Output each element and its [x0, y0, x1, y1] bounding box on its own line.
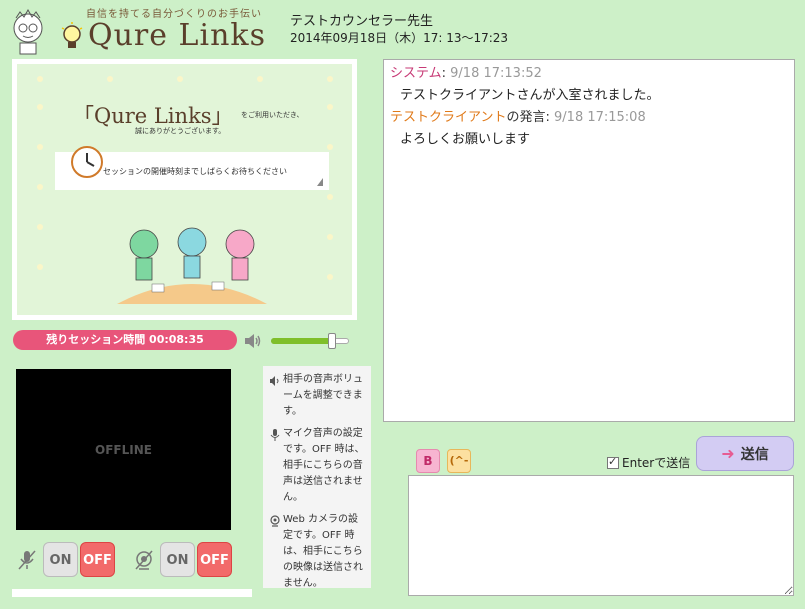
message-text: テストクライアントさんが入室されました。 — [400, 88, 660, 103]
counselor-name: テストカウンセラー先生 — [290, 14, 434, 29]
help-camera-text: Web カメラの設定です。OFF 時は、相手にこちらの映像は送信されません。 — [283, 514, 363, 589]
chat-message: システム: 9/18 17:13:52 テストクライアントさんが入室されました。 — [390, 63, 788, 107]
waiting-illustration: 「Qure Links」 をご利用いただき、 誠にありがとうございます。 セッシ… — [17, 64, 352, 315]
volume-slider-thumb[interactable] — [327, 333, 336, 349]
checkbox-icon[interactable] — [607, 455, 619, 469]
mic-on-button[interactable]: ON — [43, 542, 78, 577]
webcam-icon — [270, 515, 280, 527]
help-volume-text: 相手の音声ボリュームを調整できます。 — [283, 374, 363, 417]
waiting-notice-text: セッションの開催時刻までしばらくお待ちください — [103, 167, 287, 176]
help-panel: 相手の音声ボリュームを調整できます。 マイク音声の設定です。OFF 時は、相手に… — [263, 366, 371, 589]
help-mic-text: マイク音声の設定です。OFF 時は、相手にこちらの音声は送信されません。 — [283, 428, 365, 503]
camera-off-icon — [135, 550, 153, 570]
speaker-icon — [270, 376, 279, 386]
send-button-label: 送信 — [740, 446, 769, 463]
bold-button[interactable]: B — [416, 449, 440, 473]
message-time: 9/18 17:13:52 — [450, 66, 542, 81]
mic-muted-icon — [18, 550, 36, 570]
speaker-icon[interactable] — [243, 331, 263, 351]
message-header: システム: 9/18 17:13:52 — [390, 66, 542, 81]
video-status: OFFLINE — [95, 443, 152, 457]
header: 自信を持てる自分づくりのお手伝い Qure Links テストカウンセラー先生 … — [0, 0, 805, 58]
chat-log[interactable]: システム: 9/18 17:13:52 テストクライアントさんが入室されました。… — [383, 59, 795, 422]
session-datetime: 2014年09月18日（木）17: 13〜17:23 — [290, 31, 509, 45]
message-sender: システム — [390, 66, 442, 81]
arrow-right-icon: ➜ — [721, 444, 735, 463]
camera-on-button[interactable]: ON — [160, 542, 195, 577]
session-timer: 残りセッション時間 00:08:35 — [13, 330, 237, 350]
people-illustration — [117, 227, 267, 304]
camera-off-button[interactable]: OFF — [197, 542, 232, 577]
logo: Qure Links — [88, 18, 266, 53]
enter-to-send-label: Enterで送信 — [622, 456, 691, 470]
emoticon-button[interactable]: (^-^) — [447, 449, 471, 489]
message-header: テストクライアントの発言: 9/18 17:15:08 — [390, 110, 646, 125]
enter-to-send-checkbox[interactable]: Enterで送信 — [607, 454, 690, 471]
clock-icon — [71, 146, 103, 178]
mic-off-button[interactable]: OFF — [80, 542, 115, 577]
bottom-bar — [12, 589, 252, 597]
chat-message: テストクライアントの発言: 9/18 17:15:08 よろしくお願いします — [390, 107, 788, 151]
message-sender: テストクライアント — [390, 110, 507, 125]
lightbulb-icon — [61, 22, 83, 48]
help-camera: Web カメラの設定です。OFF 時は、相手にこちらの映像は送信されません。 — [269, 512, 365, 592]
waiting-title-suffix: をご利用いただき、 — [241, 111, 304, 119]
help-volume: 相手の音声ボリュームを調整できます。 — [269, 372, 365, 420]
waiting-screen: 「Qure Links」 をご利用いただき、 誠にありがとうございます。 セッシ… — [12, 59, 357, 320]
mascot-icon — [13, 8, 43, 55]
send-button[interactable]: ➜ 送信 — [696, 436, 794, 471]
message-text: よろしくお願いします — [400, 132, 531, 147]
volume-slider[interactable] — [271, 333, 351, 349]
help-mic: マイク音声の設定です。OFF 時は、相手にこちらの音声は送信されません。 — [269, 426, 365, 506]
waiting-thanks: 誠にありがとうございます。 — [135, 127, 226, 135]
microphone-icon — [270, 429, 280, 441]
message-input[interactable] — [408, 475, 794, 596]
video-feed: OFFLINE — [16, 369, 231, 530]
message-time: 9/18 17:15:08 — [554, 110, 646, 125]
